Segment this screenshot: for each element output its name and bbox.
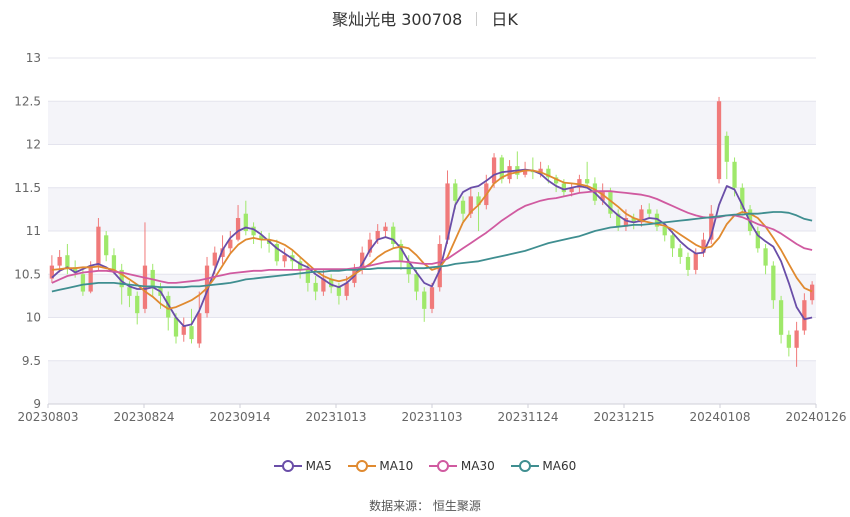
grid-band	[48, 187, 816, 231]
x-tick-label: 20231215	[593, 410, 654, 424]
x-tick-label: 20240108	[689, 410, 750, 424]
legend-label: MA10	[379, 458, 414, 473]
candle-body	[80, 274, 86, 292]
candle-body	[88, 265, 93, 292]
y-tick-label: 12	[26, 138, 41, 152]
legend-swatch-ma30	[429, 460, 458, 472]
candle-body	[453, 183, 458, 201]
x-tick-label: 20240126	[785, 410, 846, 424]
y-tick-label: 12.5	[14, 94, 41, 108]
candle-body	[135, 295, 140, 314]
candle-body	[57, 256, 62, 266]
grid-band	[48, 360, 816, 404]
candle-body	[282, 255, 287, 262]
y-tick-label: 10.5	[14, 267, 41, 281]
candle-body	[716, 101, 722, 180]
legend-item-ma60[interactable]: MA60	[510, 458, 577, 473]
y-tick-label: 13	[26, 51, 41, 65]
y-tick-label: 11.5	[14, 181, 41, 195]
candle-body	[344, 282, 349, 296]
candle-body	[65, 255, 70, 268]
candle-body	[127, 287, 132, 296]
legend: MA5 MA10 MA30 MA60	[0, 458, 850, 473]
legend-swatch-ma60	[510, 460, 539, 472]
legend-label: MA5	[305, 458, 332, 473]
candle-body	[693, 252, 698, 270]
kline-chart: 9 9.5 10 10.5 11 11.5 12 12.5 13 20230803 20230824…	[14, 51, 846, 424]
x-tick-label: 20231124	[497, 410, 558, 424]
candle-body	[507, 166, 512, 180]
legend-item-ma10[interactable]: MA10	[347, 458, 414, 473]
legend-swatch-ma10	[347, 460, 376, 472]
candle-body	[771, 265, 776, 301]
legend-label: MA60	[542, 458, 577, 473]
candle-body	[197, 313, 202, 344]
candle-body	[189, 326, 194, 340]
grid-band	[48, 101, 816, 145]
candle-body	[685, 256, 691, 270]
legend-item-ma5[interactable]: MA5	[273, 458, 332, 473]
candle-body	[422, 291, 427, 309]
candle-body	[786, 334, 791, 348]
y-tick-label: 11	[26, 224, 41, 238]
candle-body	[429, 287, 435, 309]
y-tick-label: 9	[33, 397, 41, 411]
y-tick-label: 10	[26, 311, 41, 325]
candle-body	[111, 255, 117, 270]
candle-body	[383, 226, 388, 231]
source-name: 恒生聚源	[432, 499, 481, 513]
x-tick-label: 20231013	[305, 410, 366, 424]
candle-body	[235, 218, 241, 240]
candle-body	[670, 235, 675, 249]
candle-body	[414, 274, 419, 292]
candle-body	[585, 179, 590, 184]
candle-body	[778, 300, 784, 335]
candle-body	[460, 200, 466, 214]
candle-body	[336, 287, 342, 296]
candle-body	[561, 183, 567, 193]
x-tick-label: 20230914	[209, 410, 270, 424]
source-label: 数据来源：	[369, 499, 430, 513]
candle-body	[809, 284, 815, 301]
legend-item-ma30[interactable]: MA30	[429, 459, 495, 473]
candle-body	[104, 235, 109, 256]
candle-body	[678, 248, 683, 257]
y-tick-label: 9.5	[22, 354, 41, 368]
legend-label: MA30	[460, 458, 495, 473]
candle-body	[181, 326, 186, 335]
x-tick-label: 20231103	[401, 410, 462, 424]
legend-swatch-ma5	[273, 460, 302, 472]
x-tick-label: 20230803	[17, 410, 78, 424]
candle-body	[647, 209, 652, 214]
candle-body	[491, 157, 497, 184]
candle-body	[313, 282, 318, 292]
candle-body	[763, 248, 768, 266]
candle-body	[794, 330, 799, 348]
candle-body	[724, 135, 729, 162]
data-source: 数据来源： 恒生聚源	[0, 497, 850, 514]
x-tick-label: 20230824	[113, 410, 174, 424]
candle-body	[732, 161, 737, 188]
candle-body	[662, 226, 667, 236]
candle-body	[96, 226, 101, 266]
